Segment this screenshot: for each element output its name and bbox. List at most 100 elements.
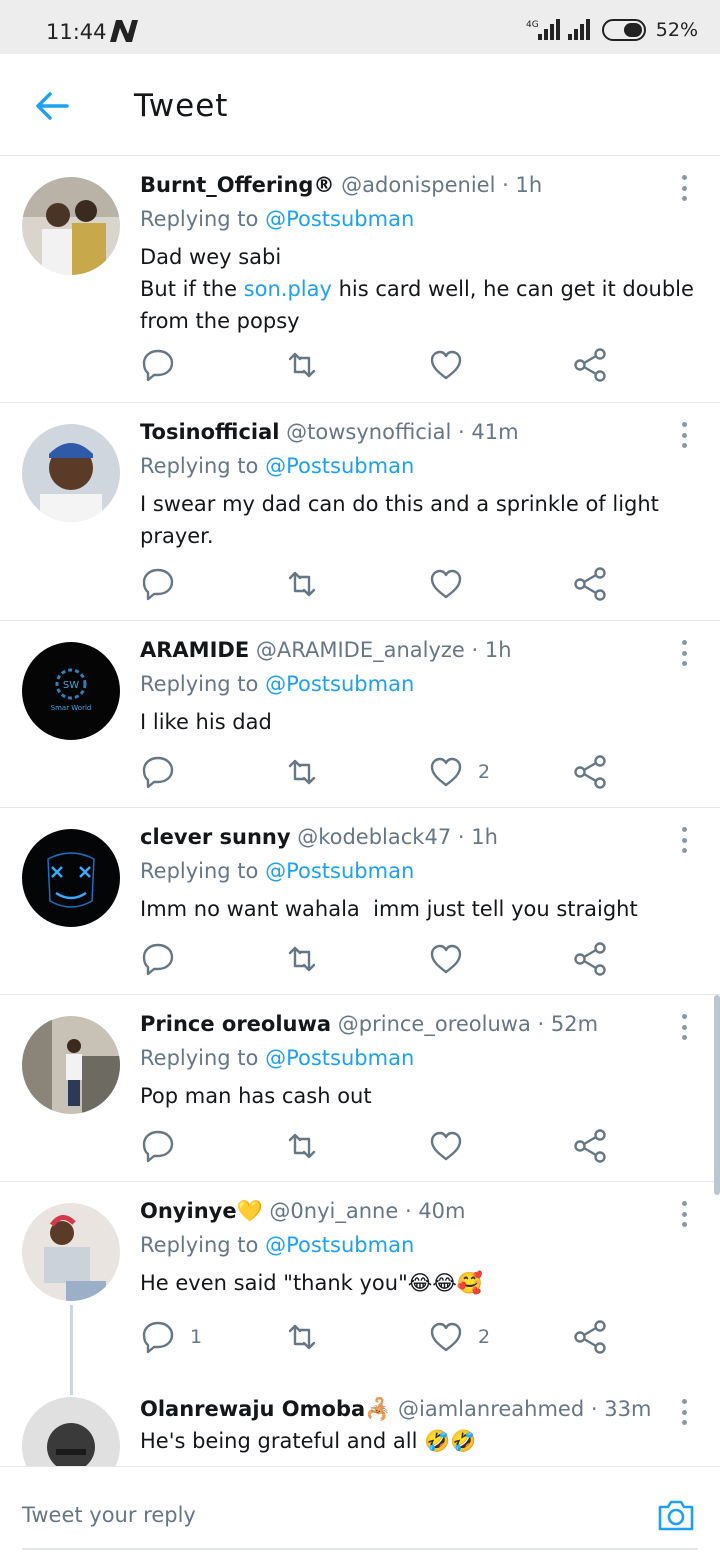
replying-label: Replying to xyxy=(140,207,259,231)
author-name[interactable]: ARAMIDE xyxy=(140,638,249,662)
author-name[interactable]: Olanrewaju Omoba🦂 xyxy=(140,1397,391,1421)
retweet-button[interactable] xyxy=(284,939,320,979)
retweet-icon xyxy=(288,946,316,972)
reply-icon xyxy=(142,943,174,976)
share-icon xyxy=(574,348,606,382)
more-vertical-icon xyxy=(681,175,687,180)
mention-link[interactable]: @Postsubman xyxy=(265,207,414,231)
mention-link[interactable]: @Postsubman xyxy=(265,1233,414,1257)
like-button[interactable] xyxy=(428,1126,478,1166)
tweet-item[interactable]: clever sunny @kodeblack47 · 1h Replying … xyxy=(0,809,720,995)
tweet-time: 52m xyxy=(550,1012,599,1036)
author-name[interactable]: Prince oreoluwa xyxy=(140,1012,331,1036)
tweet-header: Burnt_Offering® @adonispeniel · 1h xyxy=(140,173,542,197)
avatar[interactable] xyxy=(22,177,120,275)
avatar[interactable] xyxy=(22,1397,120,1466)
tweet-actions xyxy=(140,939,620,979)
tweet-item[interactable]: Burnt_Offering® @adonispeniel · 1h Reply… xyxy=(0,157,720,403)
share-icon xyxy=(574,755,606,789)
author-handle[interactable]: @ARAMIDE_analyze xyxy=(256,638,465,662)
author-name[interactable]: clever sunny xyxy=(140,825,291,849)
like-icon xyxy=(430,350,462,380)
like-button[interactable]: 2 xyxy=(428,1317,490,1357)
share-button[interactable] xyxy=(572,1317,608,1357)
author-handle[interactable]: @towsynofficial xyxy=(286,420,451,444)
more-options-button[interactable] xyxy=(672,825,696,855)
like-button[interactable]: 2 xyxy=(428,752,490,792)
retweet-button[interactable] xyxy=(284,564,320,604)
author-name[interactable]: Onyinye💛 xyxy=(140,1199,263,1223)
more-options-button[interactable] xyxy=(672,173,696,203)
avatar[interactable] xyxy=(22,424,120,522)
tweet-time: 40m xyxy=(418,1199,466,1223)
tweet-header: Prince oreoluwa @prince_oreoluwa · 52m xyxy=(140,1012,598,1036)
separator-dot: · xyxy=(537,1012,545,1036)
mention-link[interactable]: @Postsubman xyxy=(265,859,414,883)
more-options-button[interactable] xyxy=(672,1397,696,1427)
notification-n-icon xyxy=(110,20,138,42)
tweet-item[interactable]: Tosinofficial @towsynofficial · 41m Repl… xyxy=(0,404,720,621)
author-handle[interactable]: @iamlanreahmed xyxy=(398,1397,584,1421)
reply-button[interactable] xyxy=(140,345,190,385)
reply-button[interactable]: 1 xyxy=(140,1317,202,1357)
mention-link[interactable]: @Postsubman xyxy=(265,454,414,478)
share-button[interactable] xyxy=(572,752,608,792)
text-link[interactable]: son.play xyxy=(244,277,332,301)
tweet-text: He's being grateful and all 🤣🤣 xyxy=(140,1429,477,1453)
avatar[interactable] xyxy=(22,1203,120,1301)
retweet-button[interactable] xyxy=(284,752,320,792)
retweet-button[interactable] xyxy=(284,1317,320,1357)
author-name[interactable]: Tosinofficial xyxy=(140,420,279,444)
back-button[interactable] xyxy=(30,84,74,128)
share-button[interactable] xyxy=(572,564,608,604)
retweet-icon xyxy=(288,759,316,785)
camera-button[interactable] xyxy=(656,1495,696,1535)
more-vertical-icon xyxy=(681,1014,687,1019)
signal-icon xyxy=(567,19,590,40)
reply-button[interactable] xyxy=(140,564,190,604)
like-count: 2 xyxy=(478,1326,491,1348)
more-options-button[interactable] xyxy=(672,420,696,450)
more-options-button[interactable] xyxy=(672,1199,696,1229)
avatar[interactable] xyxy=(22,1016,120,1114)
more-vertical-icon xyxy=(681,827,687,832)
nested-reply[interactable]: Olanrewaju Omoba🦂 @iamlanreahmed · 33m H… xyxy=(0,1391,720,1466)
author-handle[interactable]: @adonispeniel xyxy=(341,173,495,197)
reply-icon xyxy=(142,756,174,789)
avatar[interactable]: SW Smar World xyxy=(22,642,120,740)
thread-connector xyxy=(70,1305,73,1395)
author-handle[interactable]: @prince_oreoluwa xyxy=(338,1012,531,1036)
share-button[interactable] xyxy=(572,1126,608,1166)
reply-button[interactable] xyxy=(140,939,190,979)
replying-label: Replying to xyxy=(140,454,259,478)
scrollbar[interactable] xyxy=(714,995,720,1195)
tweet-actions xyxy=(140,345,620,385)
retweet-button[interactable] xyxy=(284,1126,320,1166)
like-button[interactable] xyxy=(428,564,478,604)
tweet-item[interactable]: Onyinye💛 @0nyi_anne · 40m Replying to @P… xyxy=(0,1183,720,1466)
author-handle[interactable]: @0nyi_anne xyxy=(269,1199,398,1223)
more-options-button[interactable] xyxy=(672,638,696,668)
like-button[interactable] xyxy=(428,939,478,979)
share-button[interactable] xyxy=(572,345,608,385)
retweet-button[interactable] xyxy=(284,345,320,385)
author-name[interactable]: Burnt_Offering® xyxy=(140,173,334,197)
avatar[interactable] xyxy=(22,829,120,927)
reply-button[interactable] xyxy=(140,1126,190,1166)
mention-link[interactable]: @Postsubman xyxy=(265,1046,414,1070)
mention-link[interactable]: @Postsubman xyxy=(265,672,414,696)
share-icon xyxy=(574,942,606,976)
tweet-time: 1h xyxy=(471,825,498,849)
status-icons: 4G 52% xyxy=(526,18,698,42)
tweet-text-part: But if the xyxy=(140,277,244,301)
reply-input[interactable]: Tweet your reply xyxy=(22,1503,196,1527)
more-options-button[interactable] xyxy=(672,1012,696,1042)
share-button[interactable] xyxy=(572,939,608,979)
battery-icon xyxy=(601,19,646,41)
like-count: 2 xyxy=(478,761,491,783)
tweet-item[interactable]: Prince oreoluwa @prince_oreoluwa · 52m R… xyxy=(0,996,720,1182)
reply-button[interactable] xyxy=(140,752,190,792)
author-handle[interactable]: @kodeblack47 xyxy=(297,825,451,849)
like-button[interactable] xyxy=(428,345,478,385)
tweet-item[interactable]: SW Smar World ARAMIDE @ARAMIDE_analyze ·… xyxy=(0,622,720,808)
